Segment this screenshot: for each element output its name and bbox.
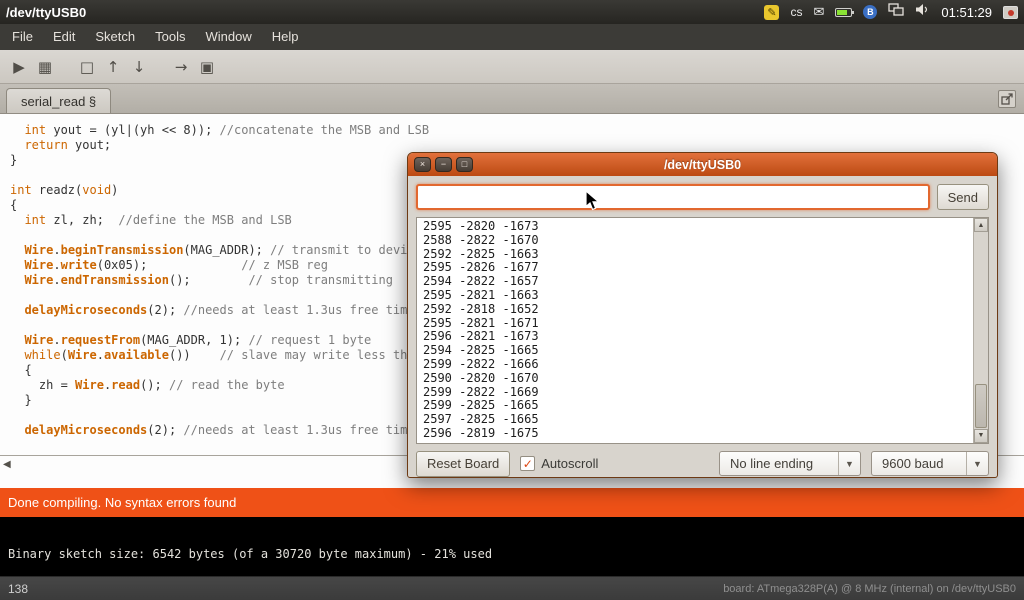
serial-line: 2592 -2825 -1663 xyxy=(423,248,967,262)
serial-line: 2595 -2821 -1671 xyxy=(423,317,967,331)
keyboard-layout-indicator[interactable]: cs xyxy=(790,5,802,19)
battery-icon[interactable] xyxy=(835,8,852,17)
maximize-button[interactable]: □ xyxy=(456,157,473,172)
console-text: Binary sketch size: 6542 bytes (of a 307… xyxy=(0,517,1024,561)
serial-line: 2596 -2819 -1675 xyxy=(423,427,967,441)
serial-line: 2599 -2825 -1665 xyxy=(423,399,967,413)
board-indicator: board: ATmega328P(A) @ 8 MHz (internal) … xyxy=(723,583,1016,595)
serial-input-row: Send xyxy=(416,184,989,210)
serial-input[interactable] xyxy=(416,184,930,210)
volume-icon[interactable] xyxy=(915,3,930,21)
autoscroll-label: Autoscroll xyxy=(541,456,598,471)
serial-output[interactable]: 2595 -2820 -16732588 -2822 -16702592 -28… xyxy=(417,218,973,443)
upload-button[interactable]: → xyxy=(168,54,194,80)
menu-edit[interactable]: Edit xyxy=(43,24,85,50)
serial-monitor-controls: Reset Board ✓ Autoscroll No line ending … xyxy=(416,451,989,477)
send-button[interactable]: Send xyxy=(937,184,989,210)
mouse-cursor xyxy=(585,190,603,212)
serial-line: 2596 -2821 -1673 xyxy=(423,330,967,344)
console-panel: Binary sketch size: 6542 bytes (of a 307… xyxy=(0,517,1024,576)
toolbar: ▶▦ □↑↓ →▣ xyxy=(0,50,1024,84)
window-controls: × − □ xyxy=(414,157,473,172)
screen: /dev/ttyUSB0 ✎ cs ✉ B 01:51:29 xyxy=(0,0,1024,600)
panel-window-title: /dev/ttyUSB0 xyxy=(6,5,86,20)
verify-button[interactable]: ▶ xyxy=(6,54,32,80)
autoscroll-checkbox[interactable]: ✓ Autoscroll xyxy=(520,456,598,471)
menu-file[interactable]: File xyxy=(2,24,43,50)
code-line: return yout; xyxy=(10,138,1024,153)
network-icon[interactable] xyxy=(888,3,904,21)
new-sketch-button[interactable]: □ xyxy=(74,54,100,80)
serial-line: 2595 -2826 -1677 xyxy=(423,261,967,275)
line-ending-select[interactable]: No line ending ▼ xyxy=(719,451,861,476)
clock[interactable]: 01:51:29 xyxy=(941,5,992,20)
bluetooth-icon[interactable]: B xyxy=(863,5,877,19)
system-tray: ✎ cs ✉ B 01:51:29 xyxy=(764,3,1018,21)
minimize-button[interactable]: − xyxy=(435,157,452,172)
serial-line: 2594 -2822 -1657 xyxy=(423,275,967,289)
checkbox-check-icon[interactable]: ✓ xyxy=(520,456,535,471)
baud-rate-select[interactable]: 9600 baud ▼ xyxy=(871,451,989,476)
mail-icon[interactable]: ✉ xyxy=(813,4,824,20)
hscroll-left-arrow-icon[interactable]: ◀ xyxy=(3,459,11,470)
scrollbar-track[interactable] xyxy=(974,232,988,429)
menu-help[interactable]: Help xyxy=(262,24,309,50)
serial-line: 2597 -2825 -1665 xyxy=(423,413,967,427)
chevron-down-icon[interactable]: ▼ xyxy=(838,452,860,475)
tab-menu-button[interactable] xyxy=(998,90,1016,108)
top-panel: /dev/ttyUSB0 ✎ cs ✉ B 01:51:29 xyxy=(0,0,1024,24)
session-menu-icon[interactable] xyxy=(1003,6,1018,19)
serial-line: 2599 -2822 -1669 xyxy=(423,386,967,400)
serial-monitor-titlebar[interactable]: /dev/ttyUSB0 × − □ xyxy=(408,153,997,176)
serial-monitor-body: Send 2595 -2820 -16732588 -2822 -1670259… xyxy=(408,176,997,479)
save-sketch-button[interactable]: ↓ xyxy=(126,54,152,80)
serial-line: 2594 -2825 -1665 xyxy=(423,344,967,358)
cursor-line-indicator: 138 xyxy=(8,582,28,596)
compile-status-bar: Done compiling. No syntax errors found xyxy=(0,488,1024,517)
serial-line: 2599 -2822 -1666 xyxy=(423,358,967,372)
tabstrip: serial_read § xyxy=(0,84,1024,114)
menu-tools[interactable]: Tools xyxy=(145,24,195,50)
serial-line: 2595 -2820 -1673 xyxy=(423,220,967,234)
serial-monitor-window: /dev/ttyUSB0 × − □ Send 2595 -2820 -1673… xyxy=(407,152,998,478)
menubar: FileEditSketchToolsWindowHelp xyxy=(0,24,1024,50)
serial-line: 2588 -2822 -1670 xyxy=(423,234,967,248)
serial-line: 2592 -2818 -1652 xyxy=(423,303,967,317)
serial-line: 2590 -2820 -1670 xyxy=(423,372,967,386)
scroll-up-icon[interactable]: ▲ xyxy=(974,218,988,232)
chevron-down-icon[interactable]: ▼ xyxy=(966,452,988,475)
stop-button[interactable]: ▦ xyxy=(32,54,58,80)
tab-serial-read[interactable]: serial_read § xyxy=(6,88,111,113)
serial-monitor-button[interactable]: ▣ xyxy=(194,54,220,80)
menu-sketch[interactable]: Sketch xyxy=(85,24,145,50)
notes-icon[interactable]: ✎ xyxy=(764,5,779,20)
menu-window[interactable]: Window xyxy=(195,24,261,50)
scroll-down-icon[interactable]: ▼ xyxy=(974,429,988,443)
code-line: int yout = (yl|(yh << 8)); //concatenate… xyxy=(10,123,1024,138)
close-button[interactable]: × xyxy=(414,157,431,172)
reset-board-button[interactable]: Reset Board xyxy=(416,451,510,477)
serial-monitor-title: /dev/ttyUSB0 xyxy=(408,158,997,172)
status-footer: 138 board: ATmega328P(A) @ 8 MHz (intern… xyxy=(0,576,1024,600)
serial-line: 2595 -2821 -1663 xyxy=(423,289,967,303)
serial-output-scrollbar[interactable]: ▲ ▼ xyxy=(973,218,988,443)
open-sketch-button[interactable]: ↑ xyxy=(100,54,126,80)
serial-output-area: 2595 -2820 -16732588 -2822 -16702592 -28… xyxy=(416,217,989,444)
scrollbar-thumb[interactable] xyxy=(975,384,987,428)
tab-label: serial_read § xyxy=(21,94,96,109)
